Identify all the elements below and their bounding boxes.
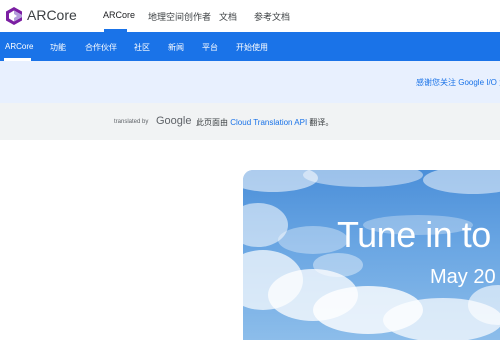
translation-notice: translated by Google 此页面由 Cloud Translat… — [0, 103, 500, 140]
cloud-translation-link[interactable]: Cloud Translation API — [230, 118, 307, 127]
hero-banner[interactable]: Tune in to G May 20 – — [243, 170, 500, 340]
top-nav-geospatial-creator[interactable]: 地理空间创作者 — [148, 10, 211, 23]
top-nav-arcore[interactable]: ARCore — [103, 10, 135, 20]
sub-navigation: ARCore 功能 合作伙伴 社区 新闻 平台 开始使用 — [0, 32, 500, 61]
hero-date: May 20 – — [430, 266, 500, 288]
announcement-text[interactable]: 感谢您关注 Google I/O 大 — [416, 77, 500, 88]
top-nav-docs[interactable]: 文档 — [219, 10, 237, 23]
subnav-features[interactable]: 功能 — [50, 42, 66, 53]
subnav-platforms[interactable]: 平台 — [202, 42, 218, 53]
top-header: ARCore ARCore 地理空间创作者 文档 参考文档 — [0, 0, 500, 33]
translated-by-label: translated by — [114, 119, 149, 125]
top-nav-reference[interactable]: 参考文档 — [254, 10, 290, 23]
hero-title: Tune in to G — [337, 214, 500, 255]
subnav-community[interactable]: 社区 — [134, 42, 150, 53]
announcement-banner: 感谢您关注 Google I/O 大 — [0, 61, 500, 103]
brand-name[interactable]: ARCore — [27, 7, 77, 23]
translation-note-suffix: 翻译。 — [307, 118, 334, 127]
translation-note: 此页面由 Cloud Translation API 翻译。 — [196, 117, 333, 128]
subnav-news[interactable]: 新闻 — [168, 42, 184, 53]
subnav-get-started[interactable]: 开始使用 — [236, 42, 268, 53]
subnav-partners[interactable]: 合作伙伴 — [85, 42, 117, 53]
google-wordmark: Google — [156, 115, 192, 127]
arcore-logo-icon[interactable] — [6, 7, 22, 25]
subnav-arcore[interactable]: ARCore — [5, 42, 33, 51]
translation-note-prefix: 此页面由 — [196, 118, 231, 127]
